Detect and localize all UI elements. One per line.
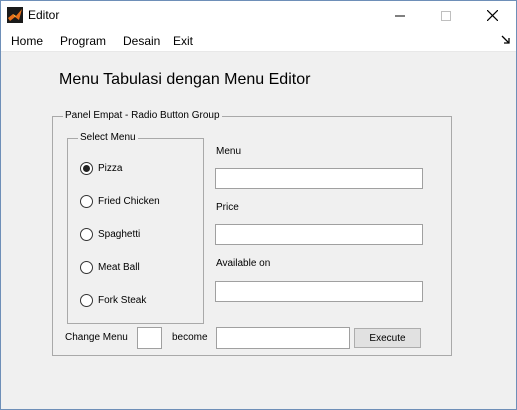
- radio-pizza[interactable]: Pizza: [80, 162, 122, 175]
- menu-label: Menu: [216, 146, 242, 157]
- radio-unselected-icon: [80, 228, 93, 241]
- maximize-button[interactable]: [423, 1, 469, 30]
- window-title: Editor: [28, 8, 60, 22]
- page-title: Menu Tabulasi dengan Menu Editor: [59, 71, 311, 88]
- dock-arrow-icon[interactable]: [501, 35, 511, 45]
- available-field[interactable]: [215, 281, 423, 302]
- change-menu-input[interactable]: [137, 327, 162, 349]
- panel-title: Panel Empat - Radio Button Group: [63, 110, 222, 121]
- radio-label: Fork Steak: [98, 295, 147, 306]
- radio-label: Meat Ball: [98, 262, 140, 273]
- matlab-icon: [7, 7, 23, 23]
- minimize-button[interactable]: [377, 1, 423, 30]
- become-label: become: [172, 332, 208, 343]
- radio-unselected-icon: [80, 294, 93, 307]
- price-field[interactable]: [215, 224, 423, 245]
- select-menu-title: Select Menu: [78, 132, 138, 143]
- radio-label: Fried Chicken: [98, 196, 160, 207]
- editor-window: Editor Home Program Desain Exit Menu Tab…: [0, 0, 517, 410]
- change-menu-label: Change Menu: [65, 332, 128, 343]
- available-label: Available on: [216, 258, 271, 269]
- radio-fork-steak[interactable]: Fork Steak: [80, 294, 146, 307]
- menu-exit[interactable]: Exit: [173, 34, 193, 48]
- radio-meat-ball[interactable]: Meat Ball: [80, 261, 140, 274]
- minimize-icon: [395, 15, 405, 16]
- menu-field[interactable]: [215, 168, 423, 189]
- menu-home[interactable]: Home: [11, 34, 43, 48]
- radio-unselected-icon: [80, 195, 93, 208]
- close-button[interactable]: [469, 1, 515, 30]
- menu-bar: Home Program Desain Exit: [1, 30, 516, 52]
- maximize-icon: [441, 10, 451, 21]
- close-icon: [486, 10, 498, 21]
- title-bar[interactable]: Editor: [1, 1, 516, 30]
- menu-desain[interactable]: Desain: [123, 34, 160, 48]
- radio-selected-icon: [80, 162, 93, 175]
- menu-program[interactable]: Program: [60, 34, 106, 48]
- radio-fried-chicken[interactable]: Fried Chicken: [80, 195, 160, 208]
- radio-unselected-icon: [80, 261, 93, 274]
- execute-button[interactable]: Execute: [354, 328, 421, 348]
- radio-label: Spaghetti: [98, 229, 141, 240]
- become-input[interactable]: [216, 327, 350, 349]
- price-label: Price: [216, 202, 239, 213]
- radio-label: Pizza: [98, 163, 123, 174]
- radio-spaghetti[interactable]: Spaghetti: [80, 228, 140, 241]
